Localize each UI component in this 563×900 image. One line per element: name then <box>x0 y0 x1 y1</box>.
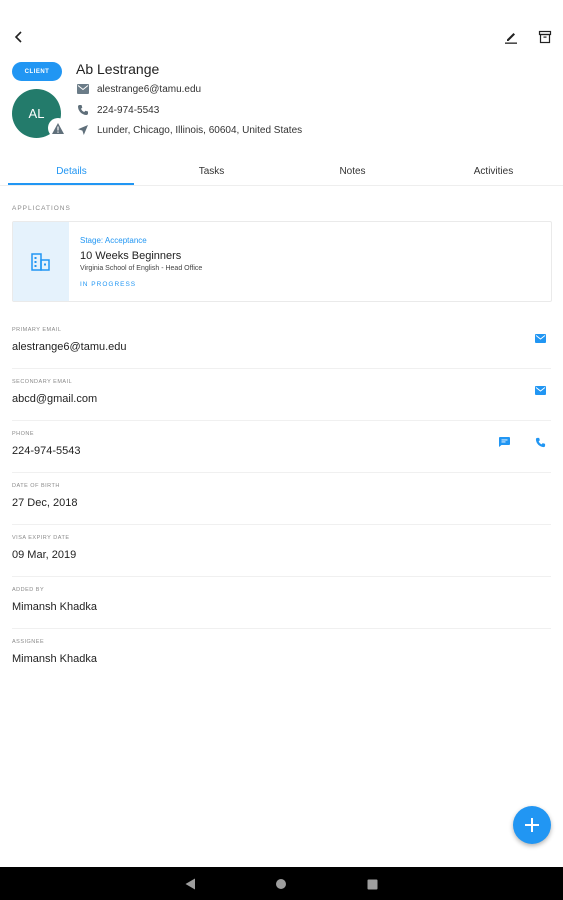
application-thumb <box>13 222 69 301</box>
system-nav-bar <box>0 867 563 900</box>
nav-home-button[interactable] <box>272 875 290 893</box>
building-icon <box>31 252 50 271</box>
primary-email-label: PRIMARY EMAIL <box>12 327 62 333</box>
header-address: Lunder, Chicago, Illinois, 60604, United… <box>97 124 303 136</box>
sms-button[interactable] <box>496 434 512 450</box>
add-fab-button[interactable] <box>513 806 551 844</box>
client-badge: CLIENT <box>12 62 62 81</box>
visa-expiry-label: VISA EXPIRY DATE <box>12 535 70 541</box>
primary-email-send-button[interactable] <box>532 330 548 346</box>
circle-home-icon <box>276 879 286 889</box>
primary-email-value: alestrange6@tamu.edu <box>12 341 127 353</box>
plus-icon <box>525 818 539 832</box>
phone-icon <box>76 103 90 117</box>
application-course: 10 Weeks Beginners <box>80 250 182 262</box>
back-button[interactable] <box>5 23 33 51</box>
archive-button[interactable] <box>531 23 559 51</box>
date-of-birth-field: DATE OF BIRTH 27 Dec, 2018 <box>0 473 563 525</box>
application-card[interactable]: Stage: Acceptance 10 Weeks Beginners Vir… <box>12 221 552 302</box>
nav-recents-button[interactable] <box>363 875 381 893</box>
header-phone: 224-974-5543 <box>97 104 160 116</box>
nav-back-button[interactable] <box>181 875 199 893</box>
application-school: Virginia School of English - Head Office <box>80 265 203 272</box>
date-of-birth-value: 27 Dec, 2018 <box>12 497 78 509</box>
square-recents-icon <box>367 879 377 889</box>
header-address-row[interactable]: Lunder, Chicago, Illinois, 60604, United… <box>76 122 302 138</box>
tab-notes[interactable]: Notes <box>289 156 416 186</box>
header-email: alestrange6@tamu.edu <box>97 83 202 95</box>
back-arrow-icon <box>14 31 22 43</box>
applications-section-label: APPLICATIONS <box>12 205 71 212</box>
added-by-field: ADDED BY Mimansh Khadka <box>0 577 563 629</box>
secondary-email-send-button[interactable] <box>532 382 548 398</box>
call-button[interactable] <box>532 434 548 450</box>
added-by-value: Mimansh Khadka <box>12 601 97 613</box>
phone-icon <box>535 437 545 447</box>
warning-badge <box>48 118 68 138</box>
email-icon <box>534 385 546 395</box>
email-icon <box>76 82 90 96</box>
assignee-value: Mimansh Khadka <box>12 653 97 665</box>
secondary-email-label: SECONDARY EMAIL <box>12 379 73 385</box>
avatar-initials: AL <box>28 106 45 121</box>
message-icon <box>498 437 510 447</box>
date-of-birth-label: DATE OF BIRTH <box>12 483 60 489</box>
top-app-bar <box>0 0 563 56</box>
header-phone-row[interactable]: 224-974-5543 <box>76 102 159 118</box>
phone-field: PHONE 224-974-5543 <box>0 421 563 473</box>
edit-button[interactable] <box>497 23 525 51</box>
location-arrow-icon <box>76 123 90 137</box>
email-icon <box>534 333 546 343</box>
archive-icon <box>538 30 552 44</box>
visa-expiry-value: 09 Mar, 2019 <box>12 549 77 561</box>
application-stage: Stage: Acceptance <box>80 236 147 245</box>
contact-header: CLIENT Ab Lestrange AL alestrange6@tamu.… <box>0 56 563 156</box>
warning-icon <box>52 122 64 134</box>
assignee-label: ASSIGNEE <box>12 639 45 645</box>
added-by-label: ADDED BY <box>12 587 45 593</box>
phone-label: PHONE <box>12 431 35 437</box>
edit-icon <box>505 33 517 44</box>
active-tab-indicator <box>8 183 134 185</box>
assignee-field: ASSIGNEE Mimansh Khadka <box>0 629 563 681</box>
secondary-email-value: abcd@gmail.com <box>12 393 98 405</box>
tab-tasks[interactable]: Tasks <box>148 156 275 186</box>
tab-details[interactable]: Details <box>8 156 135 186</box>
header-email-row[interactable]: alestrange6@tamu.edu <box>76 81 201 97</box>
phone-value: 224-974-5543 <box>12 445 81 457</box>
tab-activities[interactable]: Activities <box>430 156 557 186</box>
contact-name: Ab Lestrange <box>76 61 160 77</box>
visa-expiry-field: VISA EXPIRY DATE 09 Mar, 2019 <box>0 525 563 577</box>
tab-bar: Details Tasks Notes Activities <box>0 156 563 186</box>
primary-email-field: PRIMARY EMAIL alestrange6@tamu.edu <box>0 317 563 369</box>
triangle-back-icon <box>185 878 195 890</box>
secondary-email-field: SECONDARY EMAIL abcd@gmail.com <box>0 369 563 421</box>
application-status: IN PROGRESS <box>80 281 137 288</box>
